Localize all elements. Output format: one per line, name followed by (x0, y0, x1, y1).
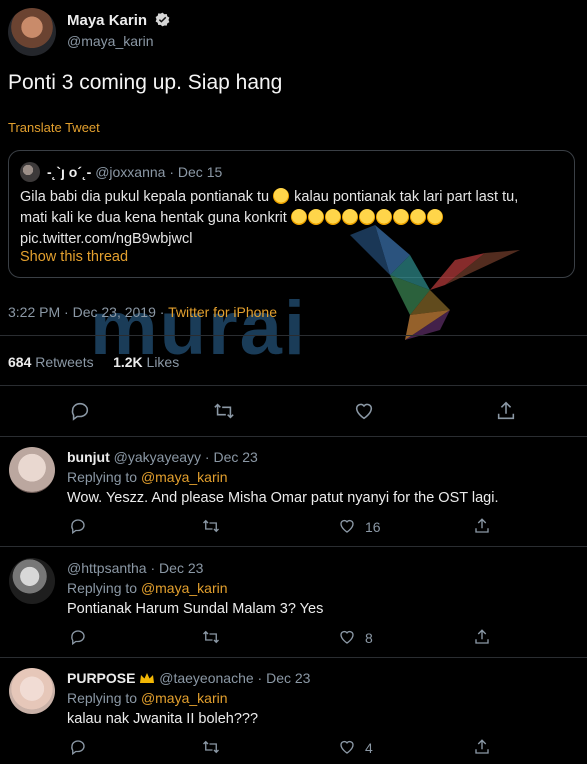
reply-text: Pontianak Harum Sundal Malam 3? Yes (67, 601, 324, 617)
crying-emoji-icon (273, 188, 290, 204)
mention-link[interactable]: @maya_karin (141, 469, 228, 485)
quoted-date: · Dec 15 (169, 164, 223, 180)
replying-to: Replying to @maya_karin (67, 580, 228, 596)
avatar[interactable] (9, 447, 55, 493)
reply-handle: @taeyeonache (159, 670, 254, 686)
like-icon[interactable] (338, 517, 356, 535)
laughing-emoji-icon (290, 209, 444, 226)
verified-icon (155, 12, 169, 27)
share-icon[interactable] (473, 738, 491, 756)
author-block[interactable]: Maya Karin @maya_karin (67, 12, 170, 49)
quoted-link[interactable]: pic.twitter.com/ngB9wbjwcl (20, 229, 564, 250)
replying-to: Replying to @maya_karin (67, 469, 228, 485)
reply-icon[interactable] (69, 400, 91, 422)
divider (0, 546, 587, 547)
likes-label[interactable]: Likes (147, 354, 180, 370)
author-name[interactable]: Maya Karin (67, 12, 147, 29)
quoted-handle: @joxxanna (95, 164, 166, 180)
mention-link[interactable]: @maya_karin (141, 580, 228, 596)
reply-icon[interactable] (69, 628, 87, 646)
reply-actions: 8 (67, 628, 587, 650)
quoted-tweet[interactable]: -˛`ȷ o´˛- @joxxanna · Dec 15 Gila babi d… (8, 150, 575, 278)
reply-handle: @yakyayeayy (113, 449, 202, 465)
reply-actions: 16 (67, 517, 587, 539)
tweet-timestamp[interactable]: 3:22 PM · Dec 23, 2019 · (8, 304, 168, 320)
quoted-line1: Gila babi dia pukul kepala pontianak tu (20, 189, 270, 205)
avatar[interactable] (9, 668, 55, 714)
retweet-icon[interactable] (202, 517, 220, 535)
retweet-icon[interactable] (213, 400, 235, 422)
quoted-text: Gila babi dia pukul kepala pontianak tu … (20, 187, 564, 250)
like-icon[interactable] (353, 400, 375, 422)
retweets-count[interactable]: 684 (8, 354, 31, 370)
reply-tweet[interactable]: bunjut @yakyayeayy · Dec 23 Replying to … (0, 437, 587, 547)
reply-date: · Dec 23 (257, 670, 311, 686)
share-icon[interactable] (473, 628, 491, 646)
divider (0, 385, 587, 386)
reply-icon[interactable] (69, 517, 87, 535)
share-icon[interactable] (473, 517, 491, 535)
tweet-actions (0, 400, 587, 426)
reply-header: @httpsantha · Dec 23 (67, 560, 203, 576)
reply-name[interactable]: PURPOSE (67, 670, 135, 686)
mention-link[interactable]: @maya_karin (141, 690, 228, 706)
like-icon[interactable] (338, 738, 356, 756)
tweet-text: Ponti 3 coming up. Siap hang (8, 71, 283, 94)
reply-text: kalau nak Jwanita II boleh??? (67, 711, 259, 727)
like-count: 8 (365, 630, 373, 646)
quoted-line1-after: kalau pontianak tak lari part last tu, (294, 189, 519, 205)
quoted-name: -˛`ȷ o´˛- (47, 164, 92, 180)
tweet-stats: 684 Retweets 1.2K Likes (8, 354, 179, 370)
avatar[interactable] (8, 8, 56, 56)
quoted-header: -˛`ȷ o´˛- @joxxanna · Dec 15 (47, 164, 222, 180)
retweet-icon[interactable] (202, 738, 220, 756)
reply-actions: 4 (67, 738, 587, 760)
reply-date: · Dec 23 (204, 449, 258, 465)
reply-name[interactable]: bunjut (67, 449, 110, 465)
likes-count[interactable]: 1.2K (113, 354, 143, 370)
show-thread-link[interactable]: Show this thread (20, 249, 128, 265)
reply-header: bunjut @yakyayeayy · Dec 23 (67, 449, 258, 465)
replying-to: Replying to @maya_karin (67, 690, 228, 706)
retweet-icon[interactable] (202, 628, 220, 646)
reply-header: PURPOSE @taeyeonache · Dec 23 (67, 670, 310, 686)
replying-prefix: Replying to (67, 469, 141, 485)
reply-tweet[interactable]: @httpsantha · Dec 23 Replying to @maya_k… (0, 548, 587, 658)
translate-tweet-link[interactable]: Translate Tweet (8, 120, 100, 135)
crown-icon (140, 673, 155, 683)
quoted-avatar (20, 162, 40, 182)
replying-prefix: Replying to (67, 690, 141, 706)
reply-icon[interactable] (69, 738, 87, 756)
reply-handle: @httpsantha (67, 560, 147, 576)
author-handle: @maya_karin (67, 33, 154, 49)
replying-prefix: Replying to (67, 580, 141, 596)
tweet-source[interactable]: Twitter for iPhone (168, 304, 277, 320)
reply-text: Wow. Yeszz. And please Misha Omar patut … (67, 490, 499, 506)
reply-date: · Dec 23 (150, 560, 204, 576)
reply-tweet[interactable]: PURPOSE @taeyeonache · Dec 23 Replying t… (0, 658, 587, 764)
tweet-header: Maya Karin @maya_karin (0, 0, 587, 70)
retweets-label[interactable]: Retweets (35, 354, 93, 370)
like-count: 16 (365, 519, 381, 535)
share-icon[interactable] (495, 400, 517, 422)
like-icon[interactable] (338, 628, 356, 646)
avatar[interactable] (9, 558, 55, 604)
like-count: 4 (365, 740, 373, 756)
tweet-meta: 3:22 PM · Dec 23, 2019 · Twitter for iPh… (8, 304, 277, 320)
quoted-line2: mati kali ke dua kena hentak guna konkri… (20, 210, 287, 226)
divider (0, 335, 587, 336)
